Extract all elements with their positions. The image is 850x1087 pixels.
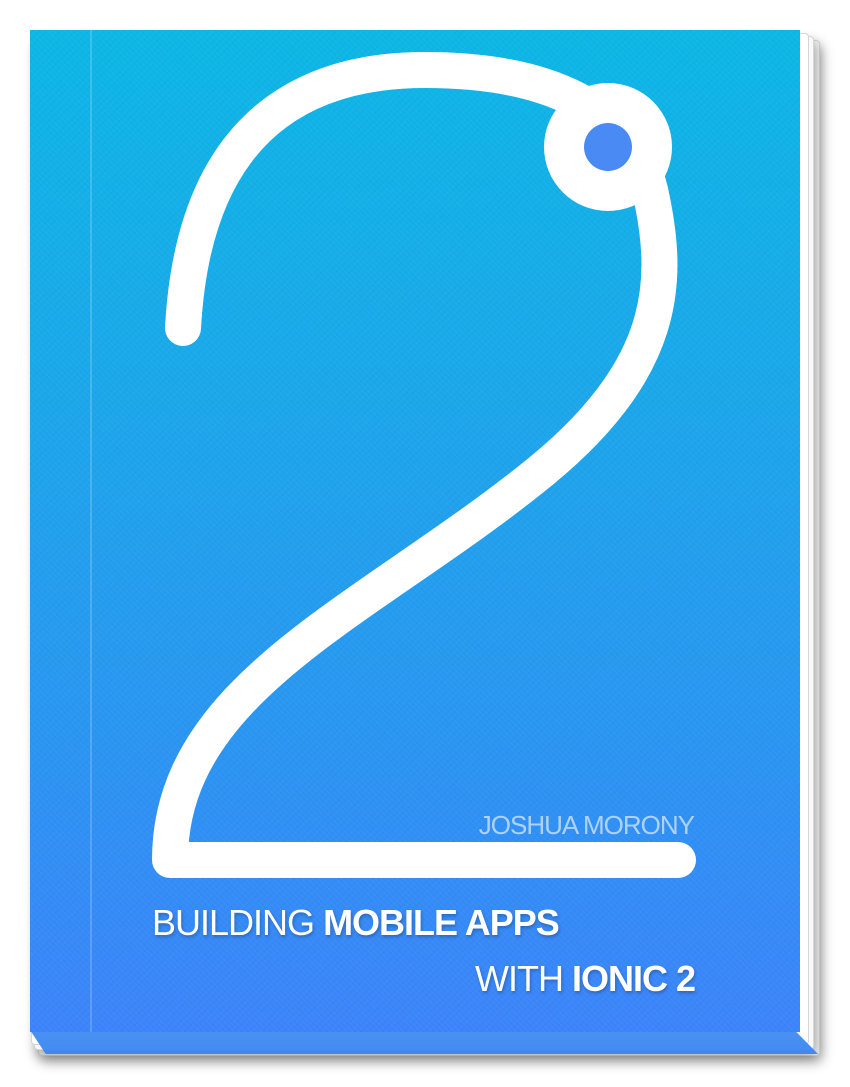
- title-line-2-bold: IONIC 2: [571, 958, 696, 999]
- title-line-1-bold: MOBILE APPS: [323, 902, 560, 943]
- title-line-2-light: WITH: [474, 958, 564, 999]
- author-name: JOSHUA MORONY: [478, 810, 695, 840]
- book-cover: JOSHUA MORONY BUILDING MOBILE APPS WITH …: [30, 30, 800, 1032]
- numeral-dot: [584, 123, 632, 171]
- numeral-two-graphic: [152, 52, 696, 878]
- title-line-2: WITH IONIC 2: [150, 958, 696, 1000]
- title-line-1: BUILDING MOBILE APPS: [152, 902, 697, 944]
- title-line-1-light: BUILDING: [152, 902, 315, 943]
- book-cover-edge: [30, 1030, 818, 1054]
- book-mockup: JOSHUA MORONY BUILDING MOBILE APPS WITH …: [0, 0, 850, 1087]
